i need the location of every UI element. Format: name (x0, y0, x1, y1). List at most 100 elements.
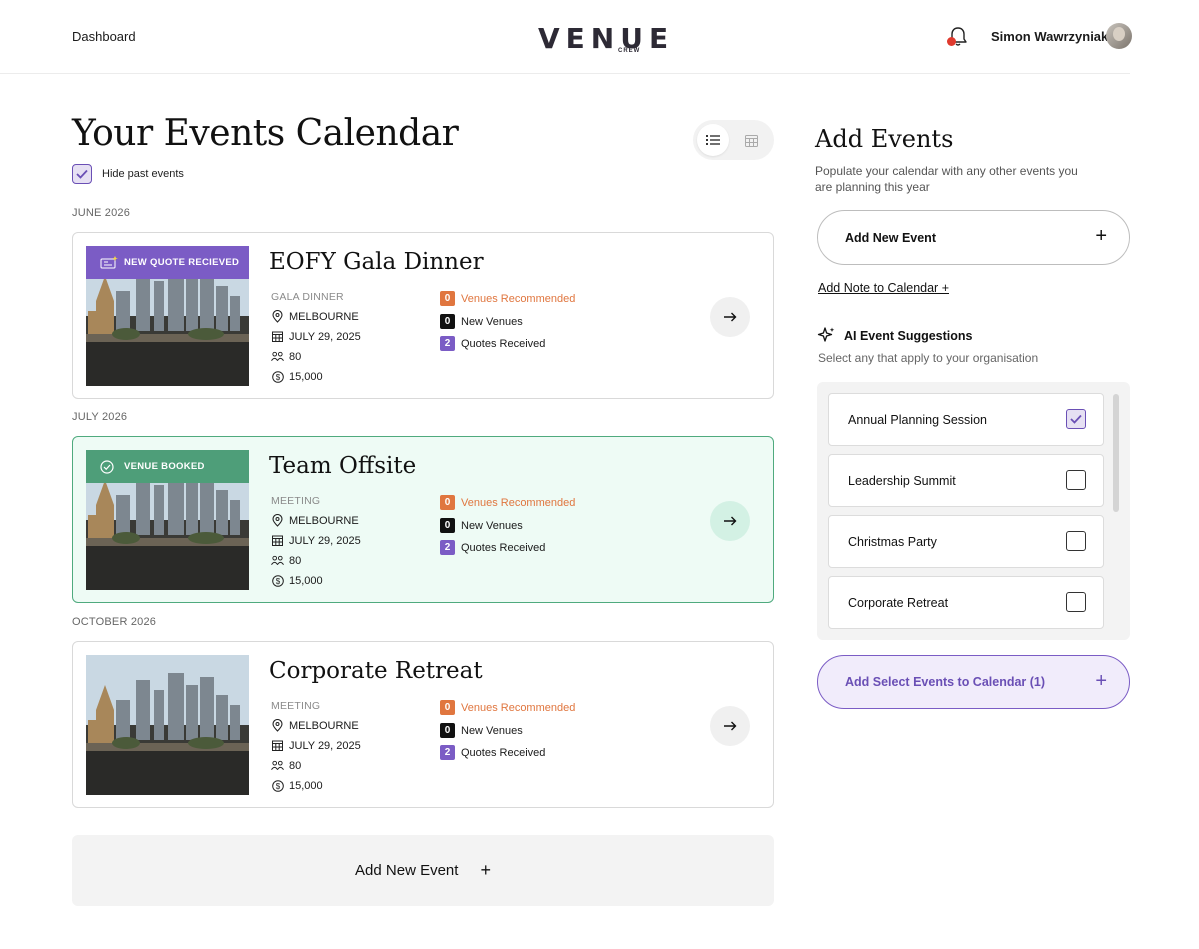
new-venues-stat: 0 New Venues (440, 518, 523, 533)
event-budget: $15,000 (271, 370, 323, 383)
plus-icon: + (1095, 225, 1107, 247)
stat-label: Quotes Received (461, 746, 546, 759)
plus-icon: + (1095, 670, 1107, 692)
calendar-icon (272, 740, 283, 751)
stat-label: Venues Recommended (461, 701, 576, 714)
event-date: JULY 29, 2025 (271, 739, 361, 752)
add-new-event-label: Add New Event (355, 862, 459, 879)
suggestion-checkbox[interactable] (1066, 409, 1086, 429)
stat-count: 2 (440, 745, 455, 760)
sidebar-add-new-event-button[interactable]: Add New Event + (817, 210, 1130, 265)
svg-text:$: $ (275, 372, 280, 381)
stat-label: New Venues (461, 315, 523, 328)
user-name[interactable]: Simon Wawrzyniak (991, 29, 1108, 44)
calendar-view-button[interactable] (735, 124, 767, 156)
list-view-button[interactable] (697, 124, 729, 156)
event-budget: $15,000 (271, 574, 323, 587)
stat-label: New Venues (461, 724, 523, 737)
location-text: MELBOURNE (289, 514, 359, 527)
stat-label: Quotes Received (461, 541, 546, 554)
budget-icon: $ (271, 574, 284, 587)
venues-recommended-stat: 0 Venues Recommended (440, 291, 575, 306)
suggestion-checkbox[interactable] (1066, 592, 1086, 612)
event-image: NEW QUOTE RECIEVED (86, 246, 249, 386)
event-budget: $15,000 (271, 779, 323, 792)
event-location: MELBOURNE (271, 719, 359, 732)
svg-text:$: $ (275, 576, 280, 585)
calendar-icon (272, 331, 283, 342)
event-card[interactable]: Corporate Retreat MEETING MELBOURNE JULY 29… (72, 641, 774, 808)
plus-icon: + (480, 860, 491, 880)
suggestions-scrollbar[interactable] (1113, 394, 1119, 512)
quotes-received-stat: 2 Quotes Received (440, 336, 545, 351)
suggestion-item[interactable]: Corporate Retreat (828, 576, 1104, 629)
stat-label: Quotes Received (461, 337, 546, 350)
svg-text:$: $ (275, 781, 280, 790)
event-image (86, 655, 249, 795)
event-guests: 80 (271, 759, 301, 772)
arrow-right-icon (724, 312, 737, 322)
suggestion-item[interactable]: Christmas Party (828, 515, 1104, 568)
stat-count: 0 (440, 700, 455, 715)
date-text: JULY 29, 2025 (289, 534, 361, 547)
month-label: OCTOBER 2026 (72, 616, 157, 628)
month-label: JUNE 2026 (72, 207, 131, 219)
date-text: JULY 29, 2025 (289, 739, 361, 752)
hide-past-toggle[interactable]: Hide past events (72, 164, 184, 184)
add-selected-events-button[interactable]: Add Select Events to Calendar (1) + (817, 655, 1130, 709)
open-event-button[interactable] (710, 501, 750, 541)
location-text: MELBOURNE (289, 310, 359, 323)
hide-past-label: Hide past events (102, 168, 184, 180)
guests-text: 80 (289, 554, 302, 567)
event-card[interactable]: VENUE BOOKED Team Offsite MEETING MELBOURNE… (72, 436, 774, 603)
logo-subtext: CREW (618, 48, 641, 54)
event-card[interactable]: NEW QUOTE RECIEVED EOFY Gala Dinner GALA D… (72, 232, 774, 399)
calendar-icon (744, 134, 758, 147)
add-note-link[interactable]: Add Note to Calendar + (818, 281, 949, 295)
open-event-button[interactable] (710, 297, 750, 337)
header-divider (0, 73, 1130, 74)
venue-booked-badge: VENUE BOOKED (86, 450, 249, 483)
page-title: Your Events Calendar (72, 113, 459, 154)
open-event-button[interactable] (710, 706, 750, 746)
stat-count: 0 (440, 291, 455, 306)
guests-text: 80 (289, 350, 302, 363)
event-name: Team Offsite (269, 453, 417, 479)
notification-bell-icon[interactable] (945, 24, 971, 50)
suggestion-checkbox[interactable] (1066, 531, 1086, 551)
stat-label: New Venues (461, 519, 523, 532)
venues-recommended-stat: 0 Venues Recommended (440, 495, 575, 510)
guests-icon (271, 555, 284, 565)
ai-suggestions-subtitle: Select any that apply to your organisati… (818, 351, 1039, 365)
top-header: Dashboard VENUE CREW Simon Wawrzyniak (0, 0, 1199, 74)
venue-photo (86, 655, 249, 795)
date-text: JULY 29, 2025 (289, 330, 361, 343)
event-image: VENUE BOOKED (86, 450, 249, 590)
event-guests: 80 (271, 554, 301, 567)
view-toggle (693, 120, 774, 160)
user-avatar[interactable] (1106, 23, 1132, 49)
add-events-description: Populate your calendar with any other ev… (815, 164, 1078, 194)
sidebar-add-new-event-label: Add New Event (845, 230, 936, 245)
venue-crew-logo[interactable]: VENUE CREW (538, 18, 668, 58)
event-location: MELBOURNE (271, 514, 359, 527)
nav-dashboard-link[interactable]: Dashboard (72, 29, 136, 44)
suggestion-item[interactable]: Leadership Summit (828, 454, 1104, 507)
add-new-event-button[interactable]: Add New Event + (72, 835, 774, 906)
budget-icon: $ (271, 370, 284, 383)
event-type: GALA DINNER (271, 291, 344, 303)
stat-count: 0 (440, 723, 455, 738)
quotes-received-stat: 2 Quotes Received (440, 540, 545, 555)
ai-suggestions-title: AI Event Suggestions (844, 328, 973, 343)
venues-recommended-stat: 0 Venues Recommended (440, 700, 575, 715)
guests-icon (271, 351, 284, 361)
suggestion-item[interactable]: Annual Planning Session (828, 393, 1104, 446)
checkmark-icon (1070, 414, 1082, 424)
suggestion-checkbox[interactable] (1066, 470, 1086, 490)
event-location: MELBOURNE (271, 310, 359, 323)
event-guests: 80 (271, 350, 301, 363)
ai-suggestions-header: AI Event Suggestions (817, 326, 973, 345)
location-pin-icon (272, 310, 283, 323)
arrow-right-icon (724, 721, 737, 731)
hide-past-checkbox[interactable] (72, 164, 92, 184)
